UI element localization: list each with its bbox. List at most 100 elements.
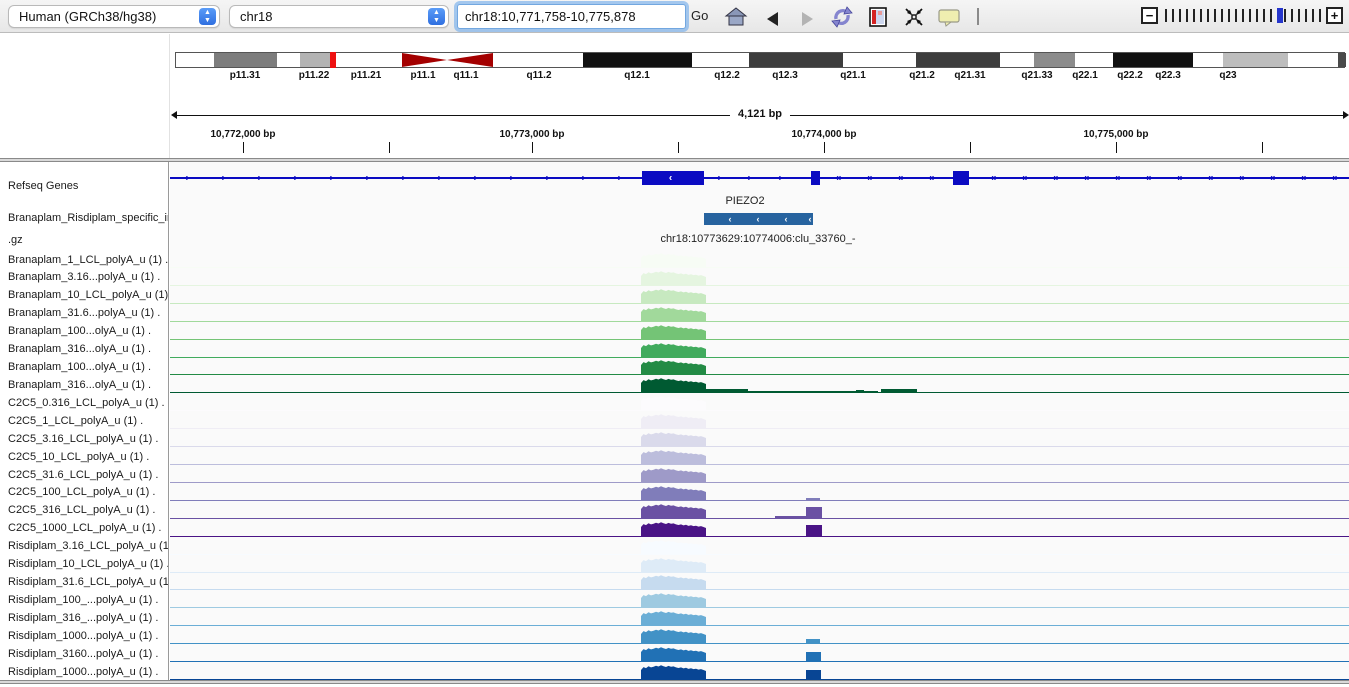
coverage-signal (641, 609, 706, 625)
track-name-coverage[interactable]: Risdiplam_3160...polyA_u (1) . (8, 646, 168, 662)
track-name-coverage[interactable]: C2C5_0.316_LCL_polyA_u (1) . (8, 395, 168, 411)
track-name-coverage[interactable]: Branaplam_316...olyA_u (1) . (8, 377, 168, 393)
coverage-track-row[interactable] (170, 573, 1349, 591)
track-name-junction-line2[interactable]: .gz (8, 234, 168, 246)
genome-select[interactable]: Human (GRCh38/hg38) ▲▼ (8, 5, 220, 28)
strand-chevron-icon: ‹‹ (1270, 173, 1275, 184)
coverage-track-row[interactable] (170, 644, 1349, 662)
track-name-coverage[interactable]: C2C5_1000_LCL_polyA_u (1) . (8, 520, 168, 536)
coverage-track-row[interactable] (170, 286, 1349, 304)
junction-interval-bar[interactable]: ‹‹‹‹ (704, 213, 813, 225)
coverage-track-row[interactable] (170, 608, 1349, 626)
coverage-signal (641, 484, 706, 500)
zoom-in-button[interactable]: + (1326, 7, 1343, 24)
strand-chevron-icon: ‹‹ (1301, 173, 1306, 184)
chromosome-ideogram[interactable] (175, 52, 1345, 68)
coverage-track-row[interactable] (170, 375, 1349, 393)
zoom-tick (1263, 9, 1265, 22)
track-name-coverage[interactable]: C2C5_10_LCL_polyA_u (1) . (8, 449, 168, 465)
track-name-coverage[interactable]: Branaplam_316...olyA_u (1) . (8, 341, 168, 357)
back-icon[interactable] (762, 5, 786, 29)
strand-chevron-icon: ‹ (473, 173, 475, 184)
strand-chevron-icon: ‹‹ (1084, 173, 1089, 184)
coverage-track-row[interactable] (170, 662, 1349, 680)
coverage-signal (641, 394, 706, 410)
strand-chevron-icon: ‹‹ (1022, 173, 1027, 184)
toolbar-separator (977, 8, 979, 25)
track-name-coverage[interactable]: Branaplam_1_LCL_polyA_u (1) . (8, 252, 168, 268)
strand-chevron-icon: ‹ (257, 173, 259, 184)
coverage-track-row[interactable] (170, 393, 1349, 411)
track-name-coverage[interactable]: C2C5_316_LCL_polyA_u (1) . (8, 502, 168, 518)
junction-chevron-icon: ‹ (809, 214, 812, 224)
coverage-track-row[interactable] (170, 555, 1349, 573)
track-name-coverage[interactable]: C2C5_31.6_LCL_polyA_u (1) . (8, 467, 168, 483)
refresh-icon[interactable] (830, 5, 854, 29)
ideogram-band (1223, 53, 1288, 67)
coverage-track-row[interactable] (170, 537, 1349, 555)
strand-chevron-icon: ‹ (329, 173, 331, 184)
exon-box (953, 171, 969, 185)
tracks-area: Refseq Genes Branaplam_Risdiplam_specifi… (0, 162, 1349, 680)
track-name-coverage[interactable]: C2C5_1_LCL_polyA_u (1) . (8, 413, 168, 429)
track-name-coverage[interactable]: Risdiplam_100_...polyA_u (1) . (8, 592, 168, 608)
track-name-refseq[interactable]: Refseq Genes (8, 180, 168, 192)
track-name-coverage[interactable]: Risdiplam_1000...polyA_u (1) . (8, 664, 168, 680)
track-name-junction-line1[interactable]: Branaplam_Risdiplam_specific_int (8, 212, 168, 224)
track-name-coverage[interactable]: Risdiplam_316_...polyA_u (1) . (8, 610, 168, 626)
coverage-track-row[interactable] (170, 483, 1349, 501)
coverage-signal (641, 520, 706, 536)
track-name-coverage[interactable]: Branaplam_3.16...polyA_u (1) . (8, 269, 168, 285)
ideogram-band (583, 53, 692, 67)
track-name-coverage[interactable]: Branaplam_100...olyA_u (1) . (8, 323, 168, 339)
coverage-track-row[interactable] (170, 519, 1349, 537)
forward-icon[interactable] (796, 5, 820, 29)
track-name-coverage[interactable]: C2C5_3.16_LCL_polyA_u (1) . (8, 431, 168, 447)
track-name-coverage[interactable]: C2C5_100_LCL_polyA_u (1) . (8, 484, 168, 500)
zoom-tick (1284, 9, 1286, 22)
current-view-marker (330, 52, 336, 68)
coverage-track-row[interactable] (170, 447, 1349, 465)
fit-window-icon[interactable] (902, 5, 926, 29)
region-of-interest-icon[interactable] (866, 5, 890, 29)
chromosome-select[interactable]: chr18 ▲▼ (229, 5, 449, 28)
home-icon[interactable] (724, 5, 748, 29)
ideogram-band-label: q12.2 (714, 70, 740, 81)
coverage-track-row[interactable] (170, 429, 1349, 447)
ideogram-band-label: p11.31 (230, 70, 261, 81)
ruler-tick-label: 10,772,000 bp (210, 129, 275, 140)
locus-input[interactable]: chr18:10,771,758-10,775,878 (457, 4, 686, 29)
ruler-tick-label: 10,773,000 bp (499, 129, 564, 140)
coverage-track-row[interactable] (170, 465, 1349, 483)
coverage-track-row[interactable] (170, 322, 1349, 340)
track-name-coverage[interactable]: Branaplam_31.6...polyA_u (1) . (8, 305, 168, 321)
track-name-coverage[interactable]: Branaplam_100...olyA_u (1) . (8, 359, 168, 375)
coverage-track-row[interactable] (170, 501, 1349, 519)
go-button[interactable]: Go (691, 8, 708, 23)
strand-chevron-icon: ‹ (669, 173, 671, 184)
coverage-track-row[interactable] (170, 626, 1349, 644)
track-name-coverage[interactable]: Risdiplam_3.16_LCL_polyA_u (1 (8, 538, 168, 554)
coverage-signal (641, 573, 706, 589)
zoom-out-button[interactable]: − (1141, 7, 1158, 24)
track-name-coverage[interactable]: Risdiplam_31.6_LCL_polyA_u (1 (8, 574, 168, 590)
track-name-coverage[interactable]: Risdiplam_1000...polyA_u (1) . (8, 628, 168, 644)
coverage-signal (641, 448, 706, 464)
coverage-track-row[interactable] (170, 340, 1349, 358)
coverage-track-row[interactable] (170, 358, 1349, 376)
select-stepper-icon: ▲▼ (199, 8, 216, 25)
coverage-track-row[interactable] (170, 304, 1349, 322)
strand-chevron-icon: ‹ (545, 173, 547, 184)
zoom-tick (1186, 9, 1188, 22)
tooltip-bubble-icon[interactable] (937, 5, 961, 29)
coverage-track-row[interactable] (170, 590, 1349, 608)
track-name-coverage[interactable]: Branaplam_10_LCL_polyA_u (1) (8, 287, 168, 303)
coverage-track-row[interactable] (170, 411, 1349, 429)
zoom-slider-thumb[interactable] (1277, 8, 1283, 23)
coverage-track-row[interactable] (170, 268, 1349, 286)
zoom-tick (1305, 9, 1307, 22)
bottom-pane-divider[interactable] (0, 680, 1349, 684)
track-data-panel[interactable]: ‹‹‹‹‹‹‹‹‹‹‹‹‹‹‹‹‹‹‹‹‹‹‹‹‹‹‹‹‹‹‹‹‹‹‹‹‹‹‹‹… (170, 162, 1349, 680)
coverage-track-row[interactable] (170, 250, 1349, 268)
track-name-coverage[interactable]: Risdiplam_10_LCL_polyA_u (1) . (8, 556, 168, 572)
